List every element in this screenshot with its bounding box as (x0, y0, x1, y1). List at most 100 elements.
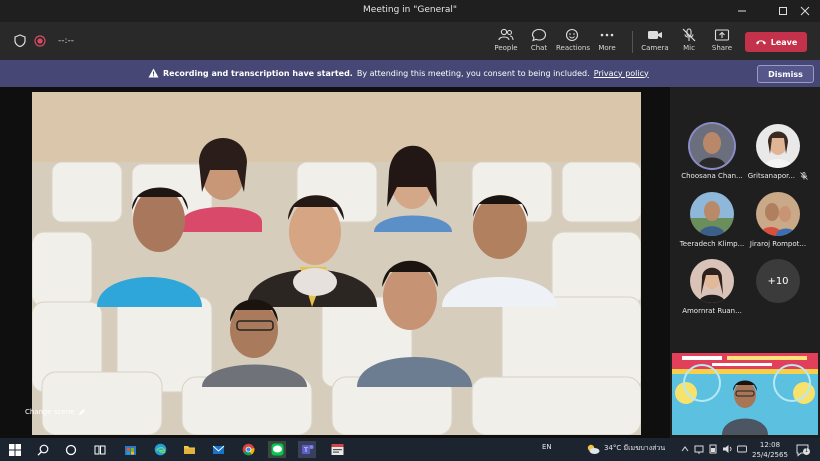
network-icon[interactable] (694, 444, 704, 454)
cortana-button[interactable] (62, 441, 80, 458)
recording-banner: Recording and transcription have started… (0, 60, 820, 87)
banner-title: Recording and transcription have started… (163, 68, 353, 78)
hang-up-icon (755, 40, 766, 45)
notification-badge: 1 (803, 448, 810, 455)
meeting-timer: --:-- (58, 35, 75, 46)
camera-icon (648, 31, 662, 39)
reactions-label: Reactions (555, 44, 591, 52)
participant-gallery: Choosana Chan... Gritsanapor... Teeradec… (670, 87, 820, 438)
windows-logo-icon (9, 443, 21, 456)
avatar (690, 124, 734, 168)
taskbar-app-chrome[interactable] (239, 441, 257, 458)
participant-name-row: Gritsanapor... (739, 172, 817, 180)
participant-photo (690, 259, 734, 303)
share-label: Share (711, 44, 733, 52)
keyboard-icon[interactable] (737, 444, 747, 454)
more-icon (600, 33, 614, 37)
taskbar-app-mail[interactable] (209, 441, 227, 458)
folder-icon (183, 446, 195, 454)
cortana-icon (65, 444, 77, 455)
avatar (756, 192, 800, 236)
clock-date: 25/4/2565 (752, 451, 788, 459)
taskbar-search-button[interactable] (34, 441, 52, 458)
chrome-icon (242, 443, 254, 456)
camera-label: Camera (641, 44, 669, 52)
more-label: More (598, 44, 616, 52)
windows-start-button[interactable] (6, 441, 24, 458)
store-icon (124, 446, 136, 455)
minimize-icon (738, 10, 746, 12)
pencil-icon (78, 409, 85, 415)
taskbar-app-store[interactable] (121, 441, 139, 458)
meeting-toolbar: --:-- People Chat Reactions More Camera … (0, 22, 820, 60)
camera-button[interactable]: Camera (637, 28, 673, 58)
clock-time: 12:08 (759, 441, 781, 449)
taskbar-app-edge[interactable] (151, 441, 169, 458)
teams-meeting-window: Meeting in "General" --:-- People Chat R… (0, 0, 820, 461)
mic-label: Mic (683, 44, 695, 52)
mic-muted-icon (800, 172, 809, 180)
share-button[interactable]: Share (704, 28, 740, 58)
more-participants-button[interactable]: +10 (739, 259, 817, 303)
volume-icon[interactable] (722, 444, 733, 454)
people-label: People (494, 44, 518, 52)
mic-muted-icon (682, 28, 696, 42)
taskbar-app-line[interactable] (268, 441, 286, 458)
teams-icon: T (301, 445, 313, 454)
windows-taskbar: T EN 34°C มีเมฆบางส่วน 12:08 25/4/2565 1 (0, 438, 820, 461)
privacy-policy-link[interactable]: Privacy policy (594, 69, 649, 78)
participant-tile[interactable]: Jiraroj Rompot... (739, 192, 817, 248)
weather-widget[interactable]: 34°C มีเมฆบางส่วน (604, 443, 665, 454)
banner-body: By attending this meeting, you consent t… (356, 68, 590, 78)
avatar (756, 124, 800, 168)
input-language[interactable]: EN (542, 443, 552, 451)
meeting-status: --:-- (14, 34, 74, 47)
leave-button[interactable]: Leave (745, 32, 807, 52)
task-view-button[interactable] (91, 441, 109, 458)
avatar (690, 259, 734, 303)
self-view-preview[interactable] (672, 353, 818, 435)
together-mode-video (32, 92, 641, 435)
participant-photo (690, 124, 734, 168)
chat-button[interactable]: Chat (521, 28, 557, 58)
taskbar-app-teams[interactable]: T (298, 441, 316, 458)
dismiss-button[interactable]: Dismiss (757, 65, 814, 83)
title-bar: Meeting in "General" (0, 0, 820, 22)
participant-photo (690, 192, 734, 236)
minimize-button[interactable] (727, 0, 757, 22)
system-clock[interactable]: 12:08 25/4/2565 (752, 440, 788, 460)
people-button[interactable]: People (488, 28, 524, 58)
chevron-up-icon[interactable] (681, 445, 689, 453)
shield-icon[interactable] (14, 34, 26, 47)
task-view-icon (94, 445, 106, 454)
maximize-icon (779, 7, 787, 15)
auditorium-scene (32, 92, 641, 435)
chat-icon (531, 28, 547, 42)
leave-label: Leave (770, 37, 798, 47)
taskbar-app-presentation[interactable] (328, 441, 346, 458)
window-title: Meeting in "General" (363, 5, 457, 15)
taskbar-app-explorer[interactable] (180, 441, 198, 458)
change-scene-button[interactable]: Change scene (25, 408, 86, 416)
more-button[interactable]: More (589, 28, 625, 58)
participant-photo (756, 192, 800, 236)
close-button[interactable] (790, 0, 820, 22)
recording-icon[interactable] (34, 34, 46, 47)
notification-center-button[interactable]: 1 (796, 442, 810, 457)
mail-icon (212, 445, 224, 454)
change-scene-label: Change scene (25, 408, 75, 416)
overflow-count: +10 (756, 259, 800, 303)
participant-name: Jiraroj Rompot... (749, 240, 807, 248)
close-icon (800, 6, 810, 16)
participant-photo (756, 124, 800, 168)
mic-button[interactable]: Mic (671, 28, 707, 58)
edge-icon (154, 443, 166, 456)
participant-tile[interactable]: Gritsanapor... (739, 124, 817, 180)
svg-text:T: T (303, 446, 308, 454)
presentation-app-icon (331, 444, 343, 455)
battery-icon[interactable] (708, 444, 718, 454)
reactions-button[interactable]: Reactions (555, 28, 591, 58)
participant-name: Gritsanapor... (747, 172, 796, 180)
warning-icon (148, 68, 159, 78)
weather-icon (587, 444, 600, 454)
